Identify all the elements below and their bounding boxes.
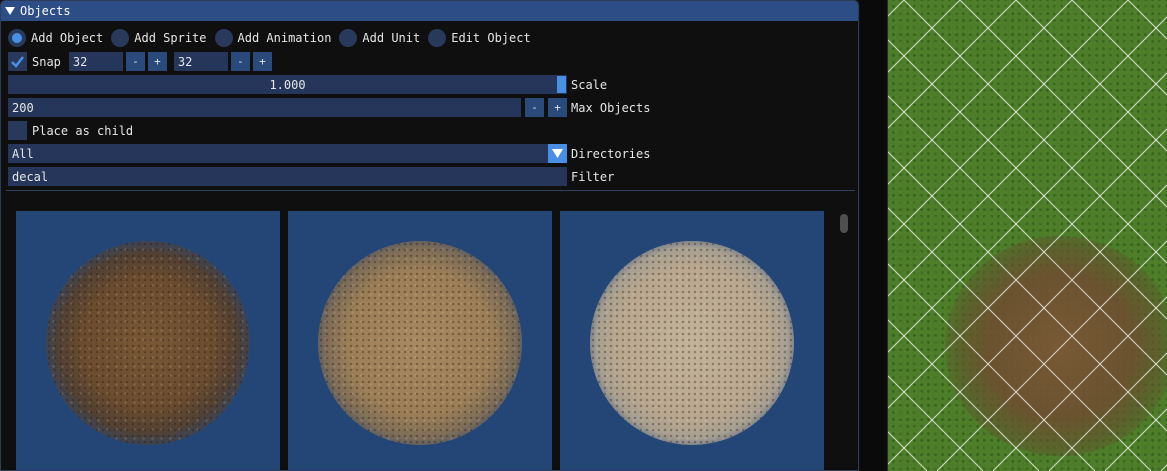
thumbnail-sand-decal[interactable] — [560, 211, 824, 470]
scale-label: Scale — [571, 78, 608, 92]
filter-label: Filter — [571, 170, 615, 184]
snap-checkbox[interactable] — [8, 52, 27, 71]
grid-line — [888, 207, 1152, 471]
max-objects-minus-button[interactable]: - — [525, 98, 544, 117]
directories-dropdown[interactable]: All — [8, 144, 567, 163]
grid-line — [1048, 352, 1167, 471]
radio-icon[interactable] — [214, 29, 233, 47]
scale-slider[interactable]: 1.000 — [8, 75, 567, 94]
radio-icon[interactable] — [339, 29, 358, 47]
snap-y-minus-button[interactable]: - — [230, 52, 250, 71]
window-title-bar[interactable]: Objects — [1, 1, 858, 21]
place-as-child-label: Place as child — [32, 123, 134, 138]
radio-icon[interactable] — [111, 29, 130, 47]
radio-add-sprite[interactable]: Add Sprite — [111, 29, 207, 47]
panel-gap — [860, 0, 887, 471]
grid-line — [1160, 464, 1167, 471]
collapse-arrow-icon[interactable] — [5, 6, 15, 16]
radio-selected-icon[interactable] — [8, 29, 26, 47]
grid-line — [903, 0, 1167, 264]
snap-x-input[interactable]: 32 — [68, 52, 123, 71]
radio-edit-object[interactable]: Edit Object — [428, 29, 531, 47]
dark-dirt-decal-icon — [46, 241, 250, 445]
grid-line — [1015, 0, 1167, 152]
map-viewport[interactable] — [887, 0, 1167, 471]
radio-label: Add Sprite — [134, 31, 207, 45]
radio-label: Edit Object — [451, 31, 531, 45]
grid-line — [888, 431, 928, 471]
grid-line — [888, 319, 1040, 471]
grid-line — [888, 95, 1167, 376]
thumbnail-dark-dirt-decal[interactable] — [16, 211, 280, 470]
snap-row: Snap 32 - + 32 - + — [8, 52, 272, 71]
snap-x-minus-button[interactable]: - — [125, 52, 145, 71]
window-title: Objects — [20, 4, 71, 18]
objects-window: Objects Add Object Add Sprite Add Animat… — [0, 0, 859, 471]
snap-y-plus-button[interactable]: + — [252, 52, 272, 71]
scrollbar-thumb[interactable] — [840, 214, 848, 233]
directories-value: All — [12, 146, 34, 161]
radio-icon[interactable] — [428, 29, 447, 47]
filter-input[interactable]: decal — [8, 167, 567, 186]
directories-label: Directories — [571, 147, 651, 161]
radio-label: Add Unit — [362, 31, 421, 45]
sand-decal-icon — [590, 241, 794, 445]
scale-value: 1.000 — [269, 77, 306, 92]
filter-row: decal — [8, 167, 567, 186]
place-as-child-checkbox[interactable] — [8, 121, 27, 140]
max-objects-plus-button[interactable]: + — [548, 98, 567, 117]
directories-row: All — [8, 144, 567, 163]
gravel-decal-icon — [318, 241, 522, 445]
snap-label: Snap — [32, 54, 61, 69]
radio-add-unit[interactable]: Add Unit — [339, 29, 420, 47]
checkmark-icon — [11, 56, 24, 68]
diamond-grid-overlay — [888, 0, 1167, 471]
dropdown-arrow-icon[interactable] — [548, 144, 567, 163]
radio-add-object[interactable]: Add Object — [8, 29, 103, 47]
slider-grab-handle[interactable] — [557, 76, 566, 93]
mode-radio-group: Add Object Add Sprite Add Animation Add … — [8, 29, 539, 47]
snap-y-input[interactable]: 32 — [173, 52, 228, 71]
grid-line — [1127, 0, 1167, 40]
max-objects-input[interactable]: 200 — [8, 98, 521, 117]
radio-label: Add Object — [31, 31, 104, 45]
thumbnail-gravel-decal[interactable] — [288, 211, 552, 470]
radio-label: Add Animation — [237, 31, 332, 45]
place-as-child-row: Place as child — [8, 121, 133, 140]
max-objects-row: 200 - + — [8, 98, 567, 117]
scale-row: 1.000 — [8, 75, 567, 94]
radio-add-animation[interactable]: Add Animation — [214, 29, 332, 47]
thumbnail-scrollbar[interactable] — [837, 211, 851, 470]
max-objects-label: Max Objects — [571, 101, 651, 115]
snap-x-plus-button[interactable]: + — [147, 52, 167, 71]
separator — [6, 190, 855, 191]
